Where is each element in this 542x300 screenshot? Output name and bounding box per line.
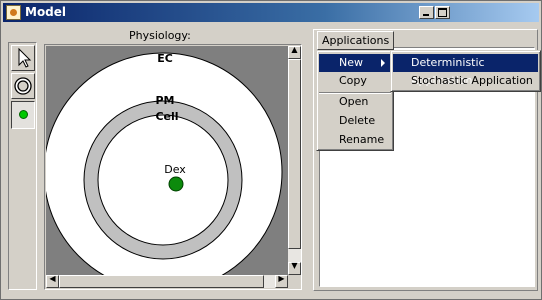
- tool-palette: [8, 42, 37, 290]
- window-title: Model: [25, 5, 67, 19]
- tab-applications[interactable]: Applications: [317, 31, 395, 50]
- menu-item-stochastic-application[interactable]: Stochastic Application: [393, 72, 538, 90]
- pointer-icon: [18, 47, 32, 68]
- vertical-scroll-thumb[interactable]: [288, 59, 301, 249]
- menu-item-rename[interactable]: Rename: [319, 131, 391, 149]
- scroll-down-button[interactable]: ▼: [288, 261, 301, 275]
- pm-label: PM: [155, 94, 174, 107]
- scroll-left-button[interactable]: ◀: [46, 274, 59, 288]
- dex-label: Dex: [164, 163, 186, 176]
- menu-item-label: New: [339, 56, 363, 69]
- species-tool-button[interactable]: [11, 101, 35, 129]
- physiology-diagram: EC PM Cell Dex: [46, 52, 283, 275]
- physiology-label: Physiology:: [129, 29, 191, 42]
- menu-item-delete[interactable]: Delete: [319, 112, 391, 130]
- cell-compartment: [97, 114, 229, 246]
- context-menu: New Copy Open Delete Rename: [316, 50, 394, 151]
- maximize-icon[interactable]: [435, 6, 450, 19]
- scroll-right-button[interactable]: ▶: [275, 274, 288, 288]
- horizontal-scrollbar[interactable]: ◀ ▶: [46, 274, 288, 288]
- compartment-icon: [14, 77, 32, 95]
- model-window: Model Physiology: EC PM Cell Dex ▲ ▼ ◀ ▶…: [0, 0, 542, 300]
- cell-label: Cell: [155, 110, 178, 123]
- horizontal-scroll-thumb[interactable]: [59, 275, 264, 288]
- menu-item-copy[interactable]: Copy: [319, 72, 391, 90]
- title-bar[interactable]: Model: [3, 3, 539, 22]
- select-tool-button[interactable]: [11, 45, 35, 71]
- vertical-scrollbar[interactable]: ▲ ▼: [288, 45, 301, 275]
- java-cup-icon: [6, 5, 21, 20]
- ec-label: EC: [157, 52, 173, 65]
- new-submenu: Deterministic Application Stochastic App…: [390, 50, 541, 92]
- species-icon: [19, 110, 28, 119]
- minimize-icon[interactable]: [419, 6, 434, 19]
- scroll-corner: [288, 275, 301, 288]
- physiology-canvas-frame: EC PM Cell Dex ▲ ▼ ◀ ▶: [44, 44, 302, 290]
- dex-species: [168, 176, 184, 192]
- physiology-canvas[interactable]: EC PM Cell Dex: [46, 46, 288, 275]
- compartment-tool-button[interactable]: [11, 73, 35, 99]
- submenu-arrow-icon: [381, 59, 385, 67]
- menu-item-new[interactable]: New: [319, 54, 391, 72]
- menu-item-open[interactable]: Open: [319, 93, 391, 111]
- menu-item-deterministic-application[interactable]: Deterministic Application: [393, 54, 538, 87]
- scroll-up-button[interactable]: ▲: [288, 45, 301, 59]
